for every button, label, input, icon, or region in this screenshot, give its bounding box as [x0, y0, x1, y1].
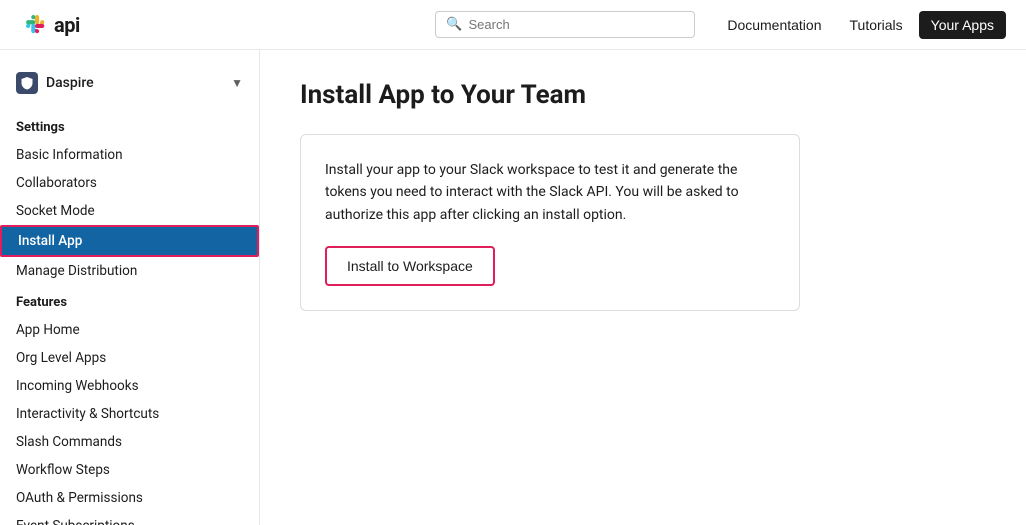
sidebar: Daspire ▼ Settings Basic Information Col… — [0, 50, 260, 525]
tutorials-link[interactable]: Tutorials — [838, 11, 915, 39]
sidebar-item-basic-information[interactable]: Basic Information — [0, 141, 259, 169]
sidebar-item-install-app[interactable]: Install App — [0, 225, 259, 257]
install-description: Install your app to your Slack workspace… — [325, 159, 775, 226]
logo-text: api — [54, 13, 80, 37]
workspace-name: Daspire — [46, 75, 223, 91]
sidebar-item-socket-mode[interactable]: Socket Mode — [0, 197, 259, 225]
main-layout: Daspire ▼ Settings Basic Information Col… — [0, 50, 1026, 525]
features-section-label: Features — [0, 285, 259, 316]
main-content: Install App to Your Team Install your ap… — [260, 50, 1026, 525]
search-icon: 🔍 — [446, 17, 462, 32]
sidebar-item-org-level-apps[interactable]: Org Level Apps — [0, 344, 259, 372]
nav-links: Documentation Tutorials Your Apps — [715, 11, 1006, 39]
top-nav: api 🔍 Documentation Tutorials Your Apps — [0, 0, 1026, 50]
workspace-selector[interactable]: Daspire ▼ — [0, 66, 259, 110]
sidebar-item-interactivity-shortcuts[interactable]: Interactivity & Shortcuts — [0, 400, 259, 428]
sidebar-item-app-home[interactable]: App Home — [0, 316, 259, 344]
search-bar[interactable]: 🔍 — [435, 11, 695, 38]
sidebar-item-workflow-steps[interactable]: Workflow Steps — [0, 456, 259, 484]
install-button-wrapper: Install to Workspace — [325, 246, 495, 286]
page-title: Install App to Your Team — [300, 80, 986, 110]
install-info-card: Install your app to your Slack workspace… — [300, 134, 800, 311]
search-input[interactable] — [469, 17, 685, 32]
workspace-icon — [16, 72, 38, 94]
sidebar-item-oauth-permissions[interactable]: OAuth & Permissions — [0, 484, 259, 512]
logo-area: api — [20, 11, 80, 39]
sidebar-item-manage-distribution[interactable]: Manage Distribution — [0, 257, 259, 285]
sidebar-item-collaborators[interactable]: Collaborators — [0, 169, 259, 197]
your-apps-link[interactable]: Your Apps — [919, 11, 1006, 39]
chevron-down-icon: ▼ — [231, 76, 243, 90]
settings-section-label: Settings — [0, 110, 259, 141]
sidebar-item-event-subscriptions[interactable]: Event Subscriptions — [0, 512, 259, 525]
shield-icon — [20, 76, 34, 90]
slack-logo-icon — [20, 11, 48, 39]
documentation-link[interactable]: Documentation — [715, 11, 833, 39]
install-to-workspace-button[interactable]: Install to Workspace — [327, 248, 493, 284]
sidebar-item-slash-commands[interactable]: Slash Commands — [0, 428, 259, 456]
sidebar-item-incoming-webhooks[interactable]: Incoming Webhooks — [0, 372, 259, 400]
